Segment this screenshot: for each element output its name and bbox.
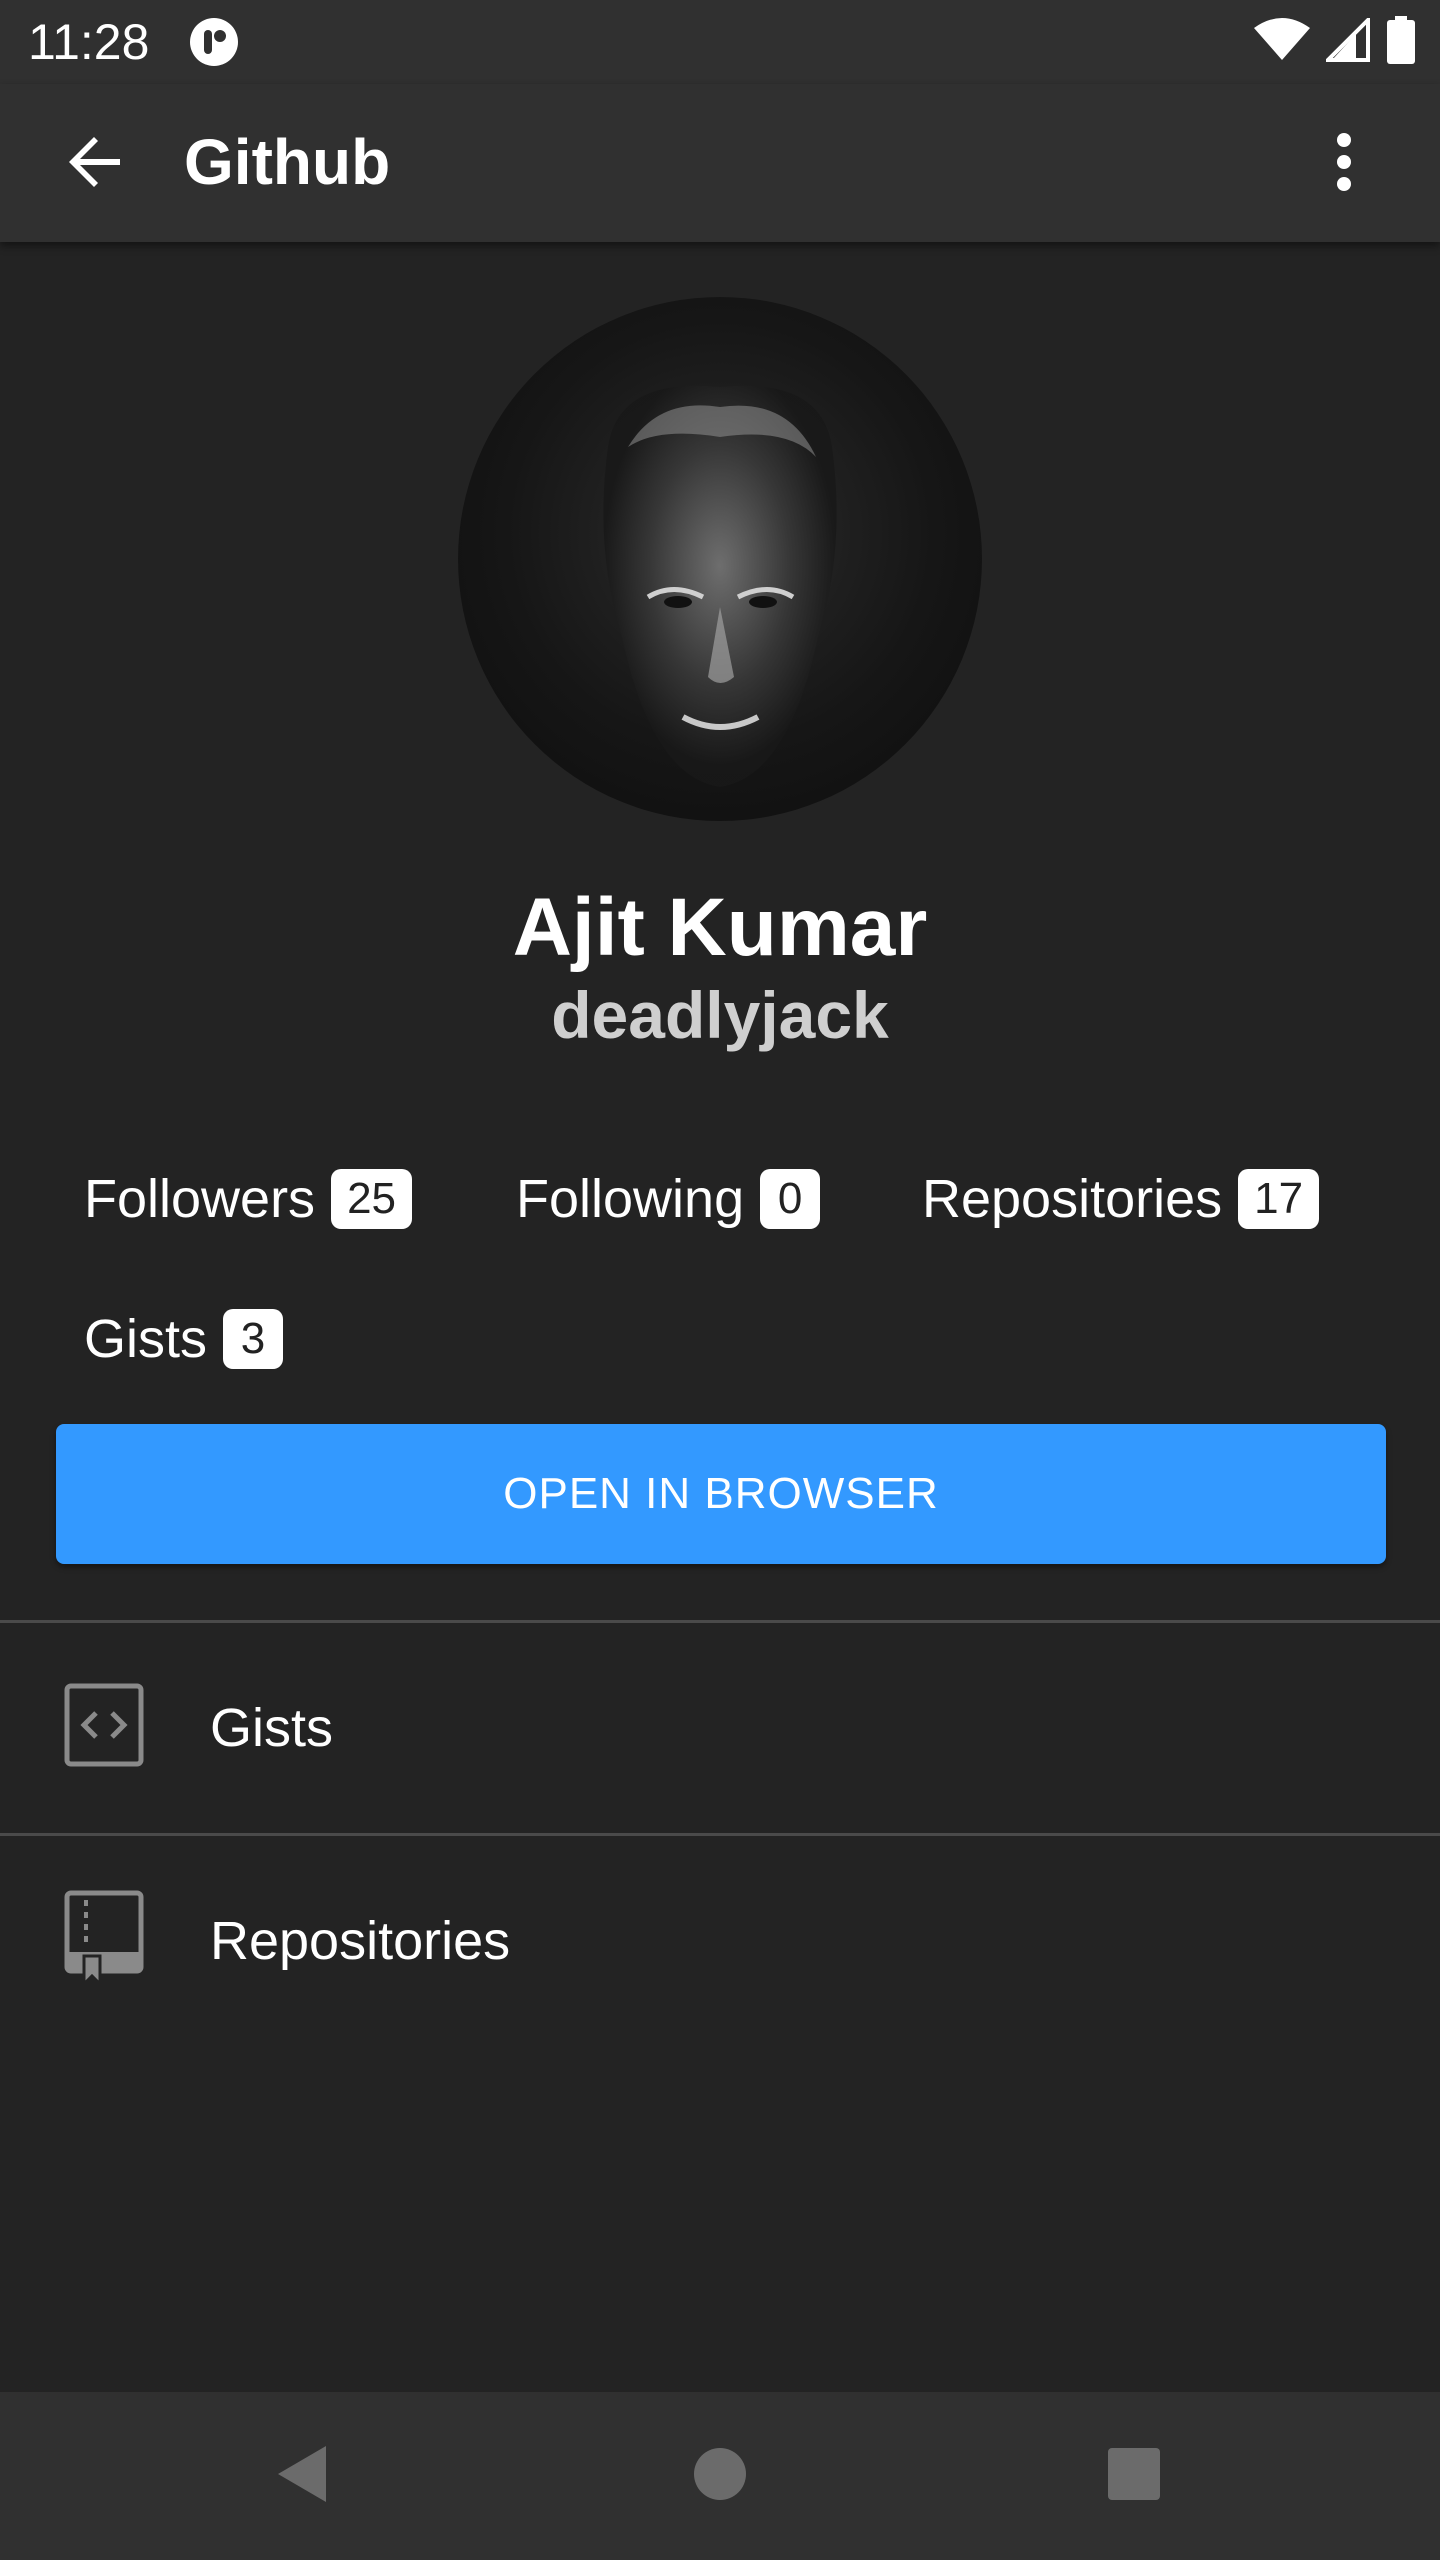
nav-back-icon <box>274 2444 330 2509</box>
stat-label: Following <box>516 1169 745 1229</box>
more-vert-icon <box>1334 132 1354 197</box>
avatar-image <box>603 385 837 787</box>
back-button[interactable] <box>48 124 144 204</box>
nav-home-icon <box>692 2446 748 2507</box>
status-bar: 11:28 <box>0 0 1440 84</box>
page-title: Github <box>184 126 391 198</box>
arrow-left-icon <box>64 130 128 199</box>
stat-followers[interactable]: Followers 25 <box>84 1167 413 1231</box>
status-time: 11:28 <box>28 14 150 70</box>
system-nav-bar <box>0 2392 1440 2560</box>
count-badge: 25 <box>331 1169 413 1229</box>
battery-icon <box>1386 15 1416 69</box>
stat-gists[interactable]: Gists 3 <box>84 1307 284 1371</box>
count-badge: 0 <box>760 1169 821 1229</box>
nav-recents-button[interactable] <box>1086 2428 1182 2524</box>
status-icons <box>1254 14 1416 69</box>
wifi-icon <box>1254 17 1310 67</box>
nav-back-button[interactable] <box>254 2428 350 2524</box>
count-badge: 17 <box>1238 1169 1320 1229</box>
avatar <box>458 297 982 821</box>
list-item-label: Repositories <box>210 1911 511 1971</box>
list-item-gists[interactable]: Gists <box>0 1623 1440 1833</box>
overflow-menu-button[interactable] <box>1308 124 1380 204</box>
list-item-label: Gists <box>210 1698 334 1758</box>
code-file-icon <box>64 1683 144 1767</box>
stat-repositories[interactable]: Repositories 17 <box>922 1167 1320 1231</box>
stat-label: Gists <box>84 1309 208 1369</box>
stat-label: Repositories <box>922 1169 1223 1229</box>
cell-signal-icon <box>1323 14 1370 67</box>
stat-following[interactable]: Following 0 <box>516 1167 821 1231</box>
repo-book-icon <box>64 1890 144 1988</box>
nav-recents-icon <box>1107 2447 1161 2506</box>
list-item-repositories[interactable]: Repositories <box>0 1836 1440 2046</box>
profile-username: deadlyjack <box>551 978 889 1052</box>
nav-home-button[interactable] <box>672 2428 768 2524</box>
app-notification-icon <box>188 16 240 68</box>
profile-full-name: Ajit Kumar <box>512 882 928 973</box>
app-bar: Github <box>0 84 1440 242</box>
stat-label: Followers <box>84 1169 316 1229</box>
count-badge: 3 <box>223 1309 284 1369</box>
open-in-browser-button[interactable]: OPEN IN BROWSER <box>56 1424 1386 1564</box>
